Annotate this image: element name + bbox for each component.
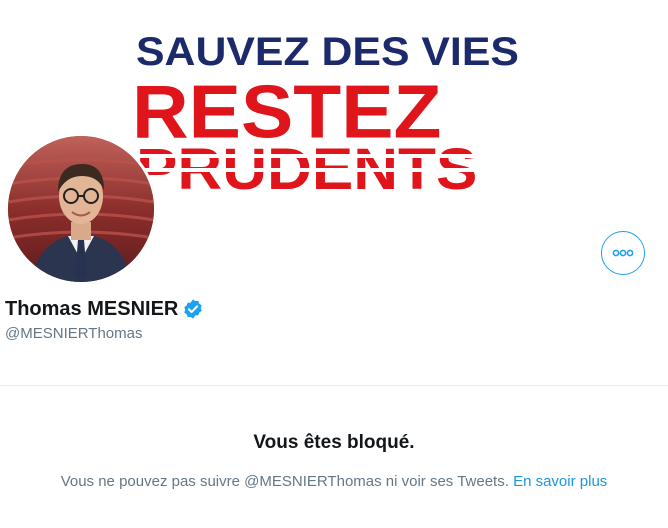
divider [0, 385, 668, 386]
blocked-message-row: Vous ne pouvez pas suivre @MESNIERThomas… [0, 473, 668, 490]
banner-stripe [130, 154, 540, 158]
verified-badge-icon [182, 298, 204, 320]
user-handle: @MESNIERThomas [5, 325, 143, 342]
more-horizontal-icon [612, 244, 634, 262]
avatar-image [8, 136, 154, 282]
learn-more-link[interactable]: En savoir plus [513, 473, 607, 490]
banner-stripe [130, 168, 540, 172]
avatar[interactable] [5, 133, 157, 285]
display-name-row: Thomas MESNIER [5, 296, 204, 322]
blocked-message: Vous ne pouvez pas suivre @MESNIERThomas… [60, 473, 509, 490]
more-options-button[interactable] [601, 231, 645, 275]
blocked-title: Vous êtes bloqué. [253, 432, 415, 453]
banner-line-1: SAUVEZ DES VIES [136, 30, 519, 74]
display-name: Thomas MESNIER [5, 297, 179, 320]
